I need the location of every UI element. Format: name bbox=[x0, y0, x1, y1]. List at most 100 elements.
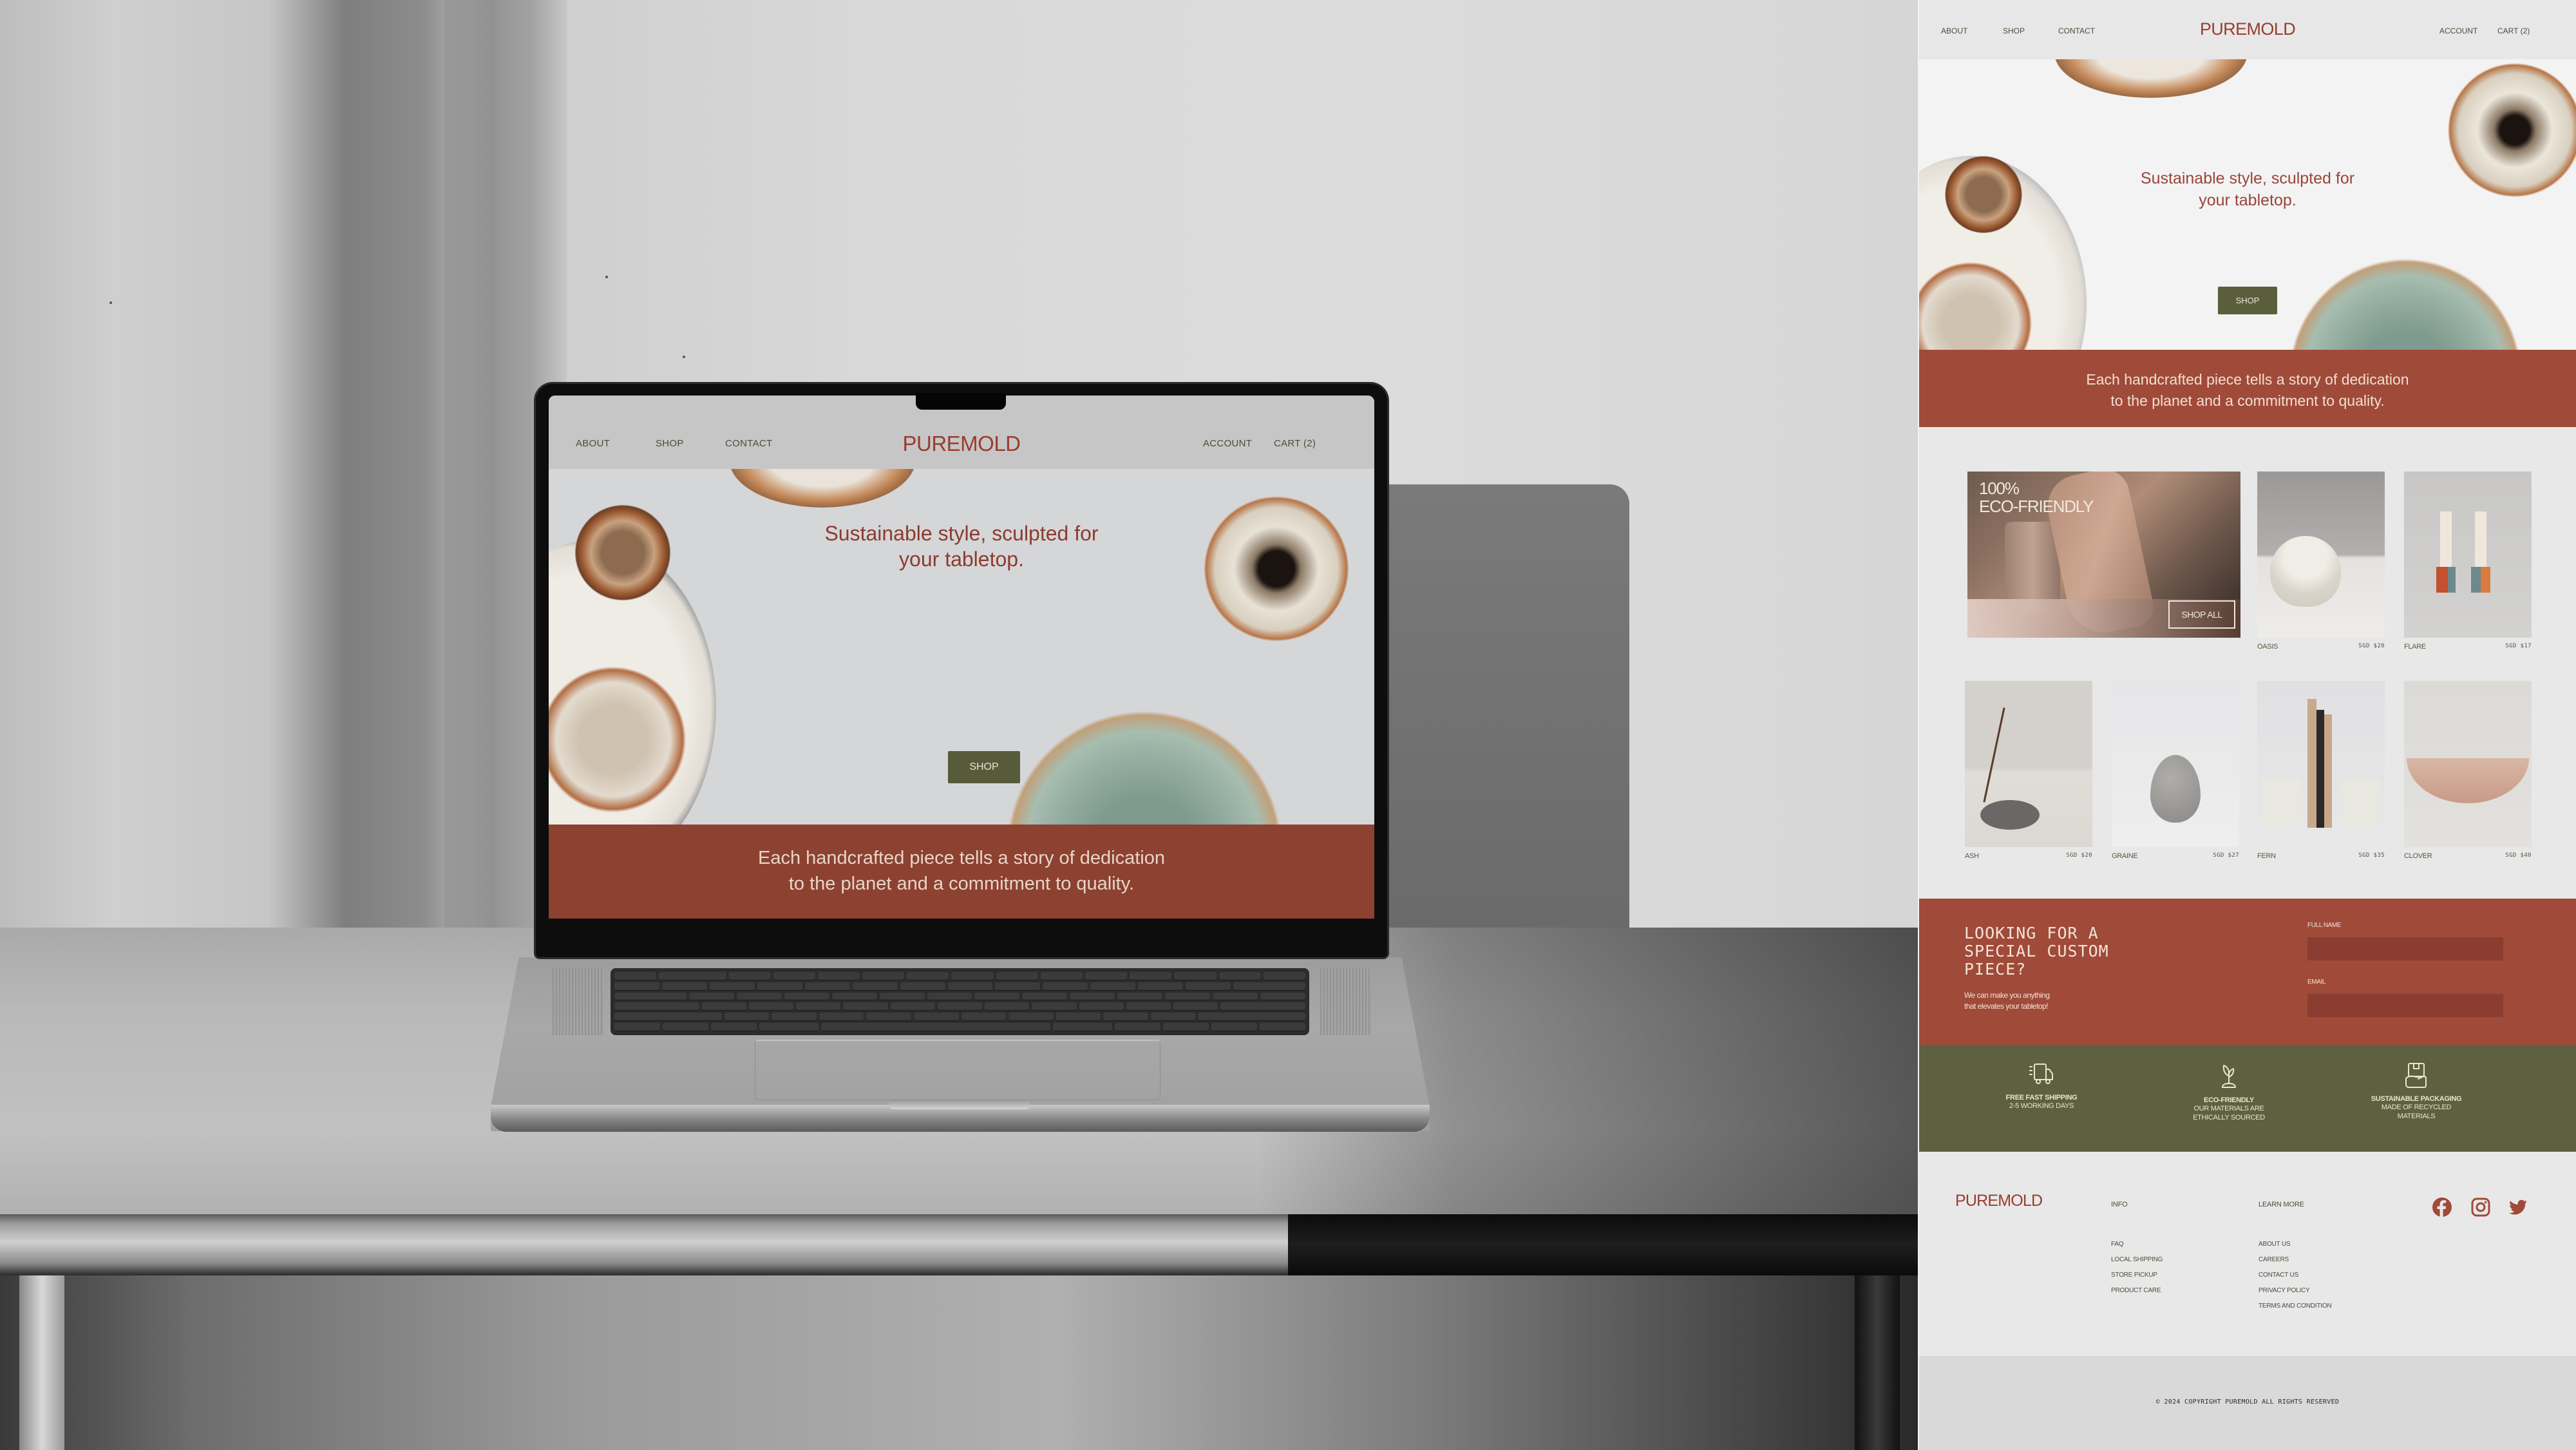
keyboard-key bbox=[709, 982, 755, 991]
facebook-icon[interactable] bbox=[2432, 1197, 2452, 1217]
keyboard-key bbox=[1218, 972, 1261, 980]
keyboard-key bbox=[1040, 972, 1083, 980]
nav-cart[interactable]: CART (2) bbox=[1274, 438, 1316, 449]
footer-link-product-care[interactable]: PRODUCT CARE bbox=[2111, 1283, 2163, 1299]
keyboard-key bbox=[947, 982, 993, 991]
product-card[interactable]: GRAINE SGD $27 bbox=[2112, 681, 2239, 860]
feature-eco: ECO-FRIENDLY OUR MATERIALS ARE ETHICALLY… bbox=[2158, 1062, 2300, 1122]
product-name[interactable]: CLOVER bbox=[2404, 852, 2432, 860]
email-input[interactable] bbox=[2307, 994, 2503, 1017]
book-shape bbox=[2324, 714, 2332, 828]
keyboard-key bbox=[1259, 1023, 1305, 1031]
pottery-green-plate bbox=[2286, 253, 2524, 350]
keyboard-key bbox=[748, 1002, 794, 1011]
keyboard-key bbox=[937, 1002, 983, 1011]
keyboard-key bbox=[1056, 1013, 1101, 1022]
product-name[interactable]: GRAINE bbox=[2112, 852, 2138, 860]
keyboard-key bbox=[1009, 1013, 1054, 1022]
footer-learn-more-column: LEARN MORE ABOUT US CAREERS CONTACT US P… bbox=[2259, 1201, 2332, 1314]
keyboard-key bbox=[614, 1002, 699, 1011]
keyboard-key bbox=[663, 1023, 709, 1031]
product-image-graine[interactable] bbox=[2112, 681, 2239, 847]
nav-account[interactable]: ACCOUNT bbox=[2439, 26, 2477, 35]
feature-packaging: SUSTAINABLE PACKAGING MADE OF RECYCLED M… bbox=[2345, 1062, 2487, 1121]
hero-section: Sustainable style, sculpted for your tab… bbox=[549, 469, 1374, 825]
under-table bbox=[0, 1275, 1918, 1450]
hero-title: Sustainable style, sculpted for your tab… bbox=[2140, 169, 2355, 209]
product-image-ash[interactable] bbox=[1965, 681, 2092, 847]
product-image-fern[interactable] bbox=[2257, 681, 2385, 847]
keyboard-key bbox=[1162, 1023, 1209, 1031]
keyboard-key bbox=[701, 1002, 746, 1011]
keyboard-key bbox=[659, 972, 726, 980]
keyboard-key bbox=[1090, 982, 1136, 991]
keyboard-key bbox=[772, 1013, 817, 1022]
keyboard-key bbox=[995, 982, 1041, 991]
footer-link-about-us[interactable]: ABOUT US bbox=[2259, 1237, 2331, 1252]
footer-logo[interactable]: PUREMOLD bbox=[1955, 1192, 2043, 1210]
hero-shop-button[interactable]: SHOP bbox=[2218, 287, 2277, 314]
product-card[interactable]: OASIS SGD $20 bbox=[2257, 472, 2385, 651]
custom-piece-subtitle: We can make you anything that elevates y… bbox=[1964, 991, 2050, 1011]
keyboard-key bbox=[1114, 1023, 1160, 1031]
table-edge-shadow bbox=[1288, 1214, 1918, 1275]
eco-friendly-feature-tile[interactable]: 100% ECO-FRIENDLY SHOP ALL bbox=[1967, 472, 2240, 638]
keyboard-key bbox=[852, 982, 898, 991]
products-section: 100% ECO-FRIENDLY SHOP ALL OASIS SGD $20 bbox=[1919, 427, 2576, 899]
nav-account[interactable]: ACCOUNT bbox=[1203, 438, 1252, 449]
shop-all-button[interactable]: SHOP ALL bbox=[2168, 600, 2235, 629]
keyboard-key bbox=[1186, 982, 1231, 991]
speaker-grille-left bbox=[553, 968, 604, 1035]
keyboard-key bbox=[1032, 1002, 1077, 1011]
product-image-flare[interactable] bbox=[2404, 472, 2532, 638]
laptop-trackpad bbox=[755, 1040, 1160, 1100]
keyboard-key bbox=[913, 1013, 959, 1022]
keyboard-key bbox=[985, 1002, 1030, 1011]
keyboard-key bbox=[1220, 1002, 1305, 1011]
keyboard-row bbox=[614, 1023, 1305, 1031]
hero-shop-button[interactable]: SHOP bbox=[948, 751, 1020, 783]
book-shape bbox=[2316, 710, 2324, 828]
keyboard-key bbox=[773, 972, 815, 980]
product-price: SGD $40 bbox=[2505, 852, 2532, 859]
product-card[interactable]: CLOVER SGD $40 bbox=[2404, 681, 2532, 860]
footer-link-store-pickup[interactable]: STORE PICKUP bbox=[2111, 1268, 2163, 1283]
keyboard-key bbox=[728, 972, 771, 980]
product-name[interactable]: FLARE bbox=[2404, 643, 2426, 651]
footer-link-careers[interactable]: CAREERS bbox=[2259, 1252, 2331, 1268]
footer-link-faq[interactable]: FAQ bbox=[2111, 1237, 2163, 1252]
keyboard-key bbox=[804, 982, 850, 991]
feature-title: 100% ECO-FRIENDLY bbox=[1979, 479, 2094, 516]
product-image-oasis[interactable] bbox=[2257, 472, 2385, 638]
full-name-label: FULL NAME bbox=[2307, 922, 2342, 929]
bowl-shape bbox=[2407, 758, 2529, 803]
product-card[interactable]: ASH SGD $20 bbox=[1965, 681, 2092, 860]
twitter-icon[interactable] bbox=[2508, 1197, 2528, 1217]
keyboard-key bbox=[1117, 992, 1163, 1001]
laptop-lid: ABOUT SHOP CONTACT PUREMOLD ACCOUNT CART… bbox=[536, 384, 1387, 957]
footer-link-contact-us[interactable]: CONTACT US bbox=[2259, 1268, 2331, 1283]
keyboard-key bbox=[951, 972, 994, 980]
keyboard-row bbox=[614, 982, 1305, 991]
nav-cart[interactable]: CART (2) bbox=[2497, 26, 2530, 35]
laptop-thumb-notch bbox=[889, 1100, 1030, 1109]
keyboard-key bbox=[614, 1013, 722, 1022]
truck-icon bbox=[2029, 1064, 2053, 1084]
product-card[interactable]: FLARE SGD $17 bbox=[2404, 472, 2532, 651]
footer-link-local-shipping[interactable]: LOCAL SHIPPING bbox=[2111, 1252, 2163, 1268]
copyright-text: © 2024 COPYRIGHT PUREMOLD ALL RIGHTS RES… bbox=[2155, 1398, 2340, 1406]
product-name[interactable]: OASIS bbox=[2257, 643, 2278, 651]
keyboard-key bbox=[736, 992, 782, 1001]
product-image-clover[interactable] bbox=[2404, 681, 2532, 847]
product-name[interactable]: ASH bbox=[1965, 852, 1979, 860]
product-name[interactable]: FERN bbox=[2257, 852, 2276, 860]
instagram-icon[interactable] bbox=[2470, 1197, 2491, 1217]
footer-link-privacy-policy[interactable]: PRIVACY POLICY bbox=[2259, 1283, 2331, 1299]
keyboard-row bbox=[614, 992, 1305, 1001]
keyboard-key bbox=[879, 992, 925, 1001]
product-card[interactable]: FERN SGD $35 bbox=[2257, 681, 2385, 860]
tagline-band: Each handcrafted piece tells a story of … bbox=[549, 825, 1374, 919]
full-name-input[interactable] bbox=[2307, 937, 2503, 960]
product-price: SGD $17 bbox=[2505, 643, 2532, 649]
footer-link-terms[interactable]: TERMS AND CONDITION bbox=[2259, 1299, 2332, 1314]
